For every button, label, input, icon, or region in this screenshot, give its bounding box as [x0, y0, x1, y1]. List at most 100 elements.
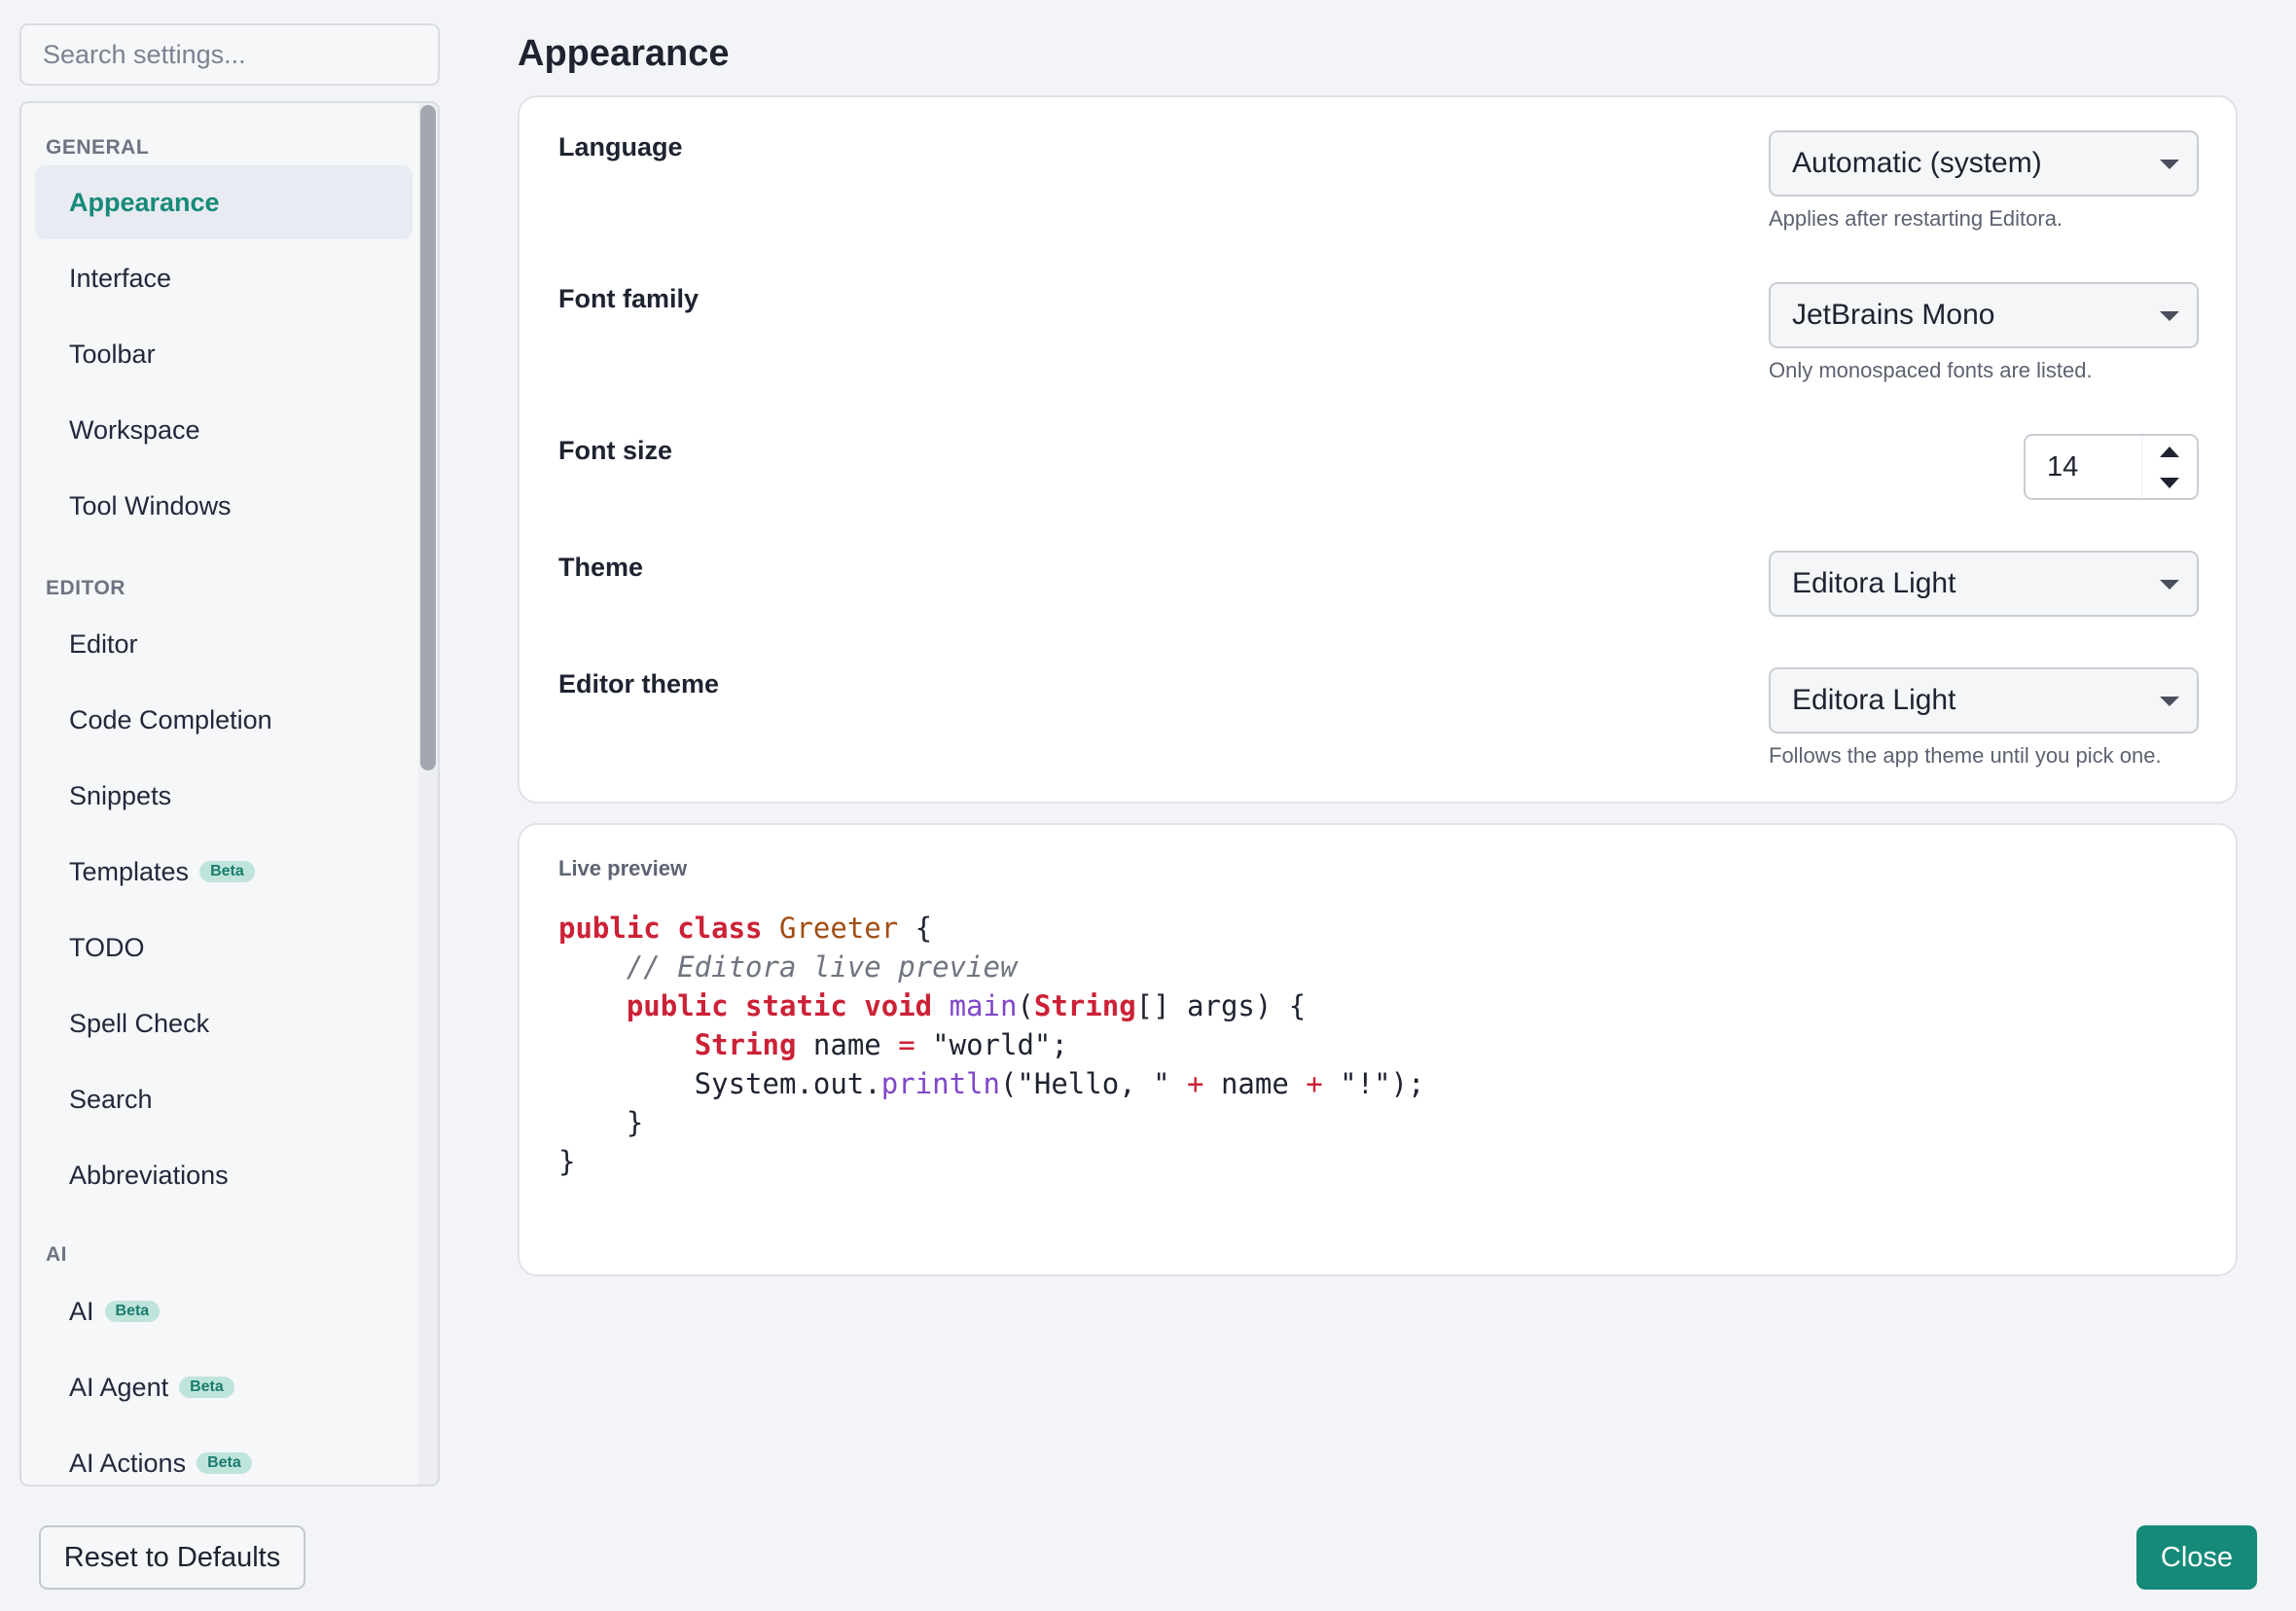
- code-operator: =: [898, 1028, 915, 1061]
- editor-theme-select[interactable]: Editora Light: [1769, 667, 2199, 734]
- nav-item-toolbar[interactable]: Toolbar: [35, 317, 413, 391]
- nav-scrollbar[interactable]: [418, 103, 438, 1485]
- code-comment: // Editora live preview: [626, 950, 1018, 984]
- chevron-down-icon: [2160, 160, 2179, 169]
- code-line: public static void main(String[] args) {: [558, 986, 1424, 1025]
- language-select[interactable]: Automatic (system): [1769, 130, 2199, 197]
- live-preview-card: Live preview public class Greeter { // E…: [518, 823, 2238, 1276]
- decrement-button[interactable]: [2142, 467, 2197, 498]
- font-family-hint: Only monospaced fonts are listed.: [1769, 358, 2093, 382]
- code-line: String name = "world";: [558, 1025, 1424, 1064]
- nav-item-abbreviations[interactable]: Abbreviations: [35, 1138, 413, 1212]
- nav-item-search[interactable]: Search: [35, 1062, 413, 1136]
- code-preview: public class Greeter { // Editora live p…: [558, 909, 1424, 1181]
- code-text: "world";: [915, 1028, 1068, 1061]
- language-hint: Applies after restarting Editora.: [1769, 206, 2063, 231]
- code-function: main: [949, 989, 1018, 1022]
- nav-item-label: Interface: [69, 263, 172, 293]
- nav-item-label: Editor: [69, 628, 138, 659]
- page-title: Appearance: [518, 33, 730, 74]
- nav-item-snippets[interactable]: Snippets: [35, 759, 413, 833]
- nav-item-editor[interactable]: Editor: [35, 607, 413, 681]
- arrow-down-icon: [2160, 477, 2179, 488]
- nav-item-label: Appearance: [69, 187, 220, 217]
- font-size-stepper[interactable]: 14: [2024, 434, 2199, 500]
- nav-item-label: Workspace: [69, 414, 200, 445]
- code-class-name: Greeter: [778, 912, 899, 945]
- code-line: public class Greeter {: [558, 909, 1424, 948]
- theme-select[interactable]: Editora Light: [1769, 551, 2199, 617]
- code-operator: +: [1187, 1067, 1204, 1100]
- font-size-label: Font size: [558, 436, 673, 465]
- theme-select-value: Editora Light: [1792, 567, 1956, 599]
- chevron-down-icon: [2160, 580, 2179, 590]
- close-button[interactable]: Close: [2136, 1525, 2257, 1590]
- nav-scrollbar-thumb[interactable]: [420, 105, 436, 770]
- nav-item-tool-windows[interactable]: Tool Windows: [35, 469, 413, 543]
- nav-item-workspace[interactable]: Workspace: [35, 393, 413, 467]
- nav-item-templates[interactable]: Templates Beta: [35, 835, 413, 909]
- nav-item-interface[interactable]: Interface: [35, 241, 413, 315]
- search-input[interactable]: [19, 23, 440, 86]
- nav-item-code-completion[interactable]: Code Completion: [35, 683, 413, 757]
- code-keyword: String: [694, 1028, 797, 1061]
- code-keyword: public static void: [626, 989, 950, 1022]
- nav-item-label: Templates: [69, 856, 190, 886]
- nav-item-ai-agent[interactable]: AI Agent Beta: [35, 1350, 413, 1424]
- code-operator: +: [1306, 1067, 1323, 1100]
- nav-item-label: Spell Check: [69, 1008, 210, 1038]
- code-text: name: [1203, 1067, 1307, 1100]
- nav-item-todo[interactable]: TODO: [35, 911, 413, 984]
- code-text: }: [558, 1145, 576, 1178]
- code-line: }: [558, 1142, 1424, 1181]
- nav-item-appearance[interactable]: Appearance: [35, 165, 413, 239]
- nav-item-label: AI: [69, 1296, 94, 1326]
- code-keyword: public class: [558, 912, 779, 945]
- increment-button[interactable]: [2142, 436, 2197, 467]
- nav-item-label: Abbreviations: [69, 1160, 229, 1190]
- beta-badge: Beta: [197, 1452, 252, 1474]
- editor-theme-select-value: Editora Light: [1792, 684, 1956, 716]
- code-text: "!");: [1322, 1067, 1425, 1100]
- settings-nav: GENERAL Appearance Interface Toolbar Wor…: [19, 101, 440, 1486]
- beta-badge: Beta: [104, 1301, 161, 1322]
- code-line: // Editora live preview: [558, 948, 1424, 986]
- editor-theme-label: Editor theme: [558, 669, 720, 698]
- nav-item-ai[interactable]: AI Beta: [35, 1274, 413, 1348]
- nav-section-general: GENERAL: [46, 136, 150, 159]
- language-label: Language: [558, 132, 683, 161]
- appearance-settings-card: Language Automatic (system) Applies afte…: [518, 95, 2238, 804]
- chevron-down-icon: [2160, 697, 2179, 706]
- nav-item-label: Snippets: [69, 780, 172, 810]
- reset-to-defaults-button[interactable]: Reset to Defaults: [39, 1525, 305, 1590]
- code-text: {: [898, 912, 933, 945]
- font-family-select-value: JetBrains Mono: [1792, 299, 1995, 331]
- code-line: System.out.println("Hello, " + name + "!…: [558, 1064, 1425, 1103]
- code-line: }: [558, 1103, 1424, 1142]
- theme-label: Theme: [558, 553, 644, 582]
- code-text: ("Hello, ": [999, 1067, 1188, 1100]
- code-text: System.out.: [558, 1067, 881, 1100]
- code-text: [] args) {: [1135, 989, 1307, 1022]
- arrow-up-icon: [2160, 446, 2179, 457]
- beta-badge: Beta: [199, 861, 255, 882]
- live-preview-label: Live preview: [558, 856, 688, 880]
- nav-item-spell-check[interactable]: Spell Check: [35, 986, 413, 1060]
- nav-section-editor: EDITOR: [46, 577, 126, 599]
- code-text: }: [558, 1106, 644, 1139]
- font-size-value[interactable]: 14: [2047, 436, 2078, 498]
- code-text: name: [796, 1028, 899, 1061]
- font-family-select[interactable]: JetBrains Mono: [1769, 282, 2199, 348]
- nav-item-label: Toolbar: [69, 339, 156, 369]
- chevron-down-icon: [2160, 311, 2179, 321]
- language-select-value: Automatic (system): [1792, 147, 2042, 179]
- nav-item-ai-actions[interactable]: AI Actions Beta: [35, 1426, 413, 1485]
- code-text: (: [1017, 989, 1034, 1022]
- editor-theme-hint: Follows the app theme until you pick one…: [1769, 743, 2162, 768]
- nav-item-label: AI Actions: [69, 1448, 187, 1478]
- beta-badge: Beta: [179, 1377, 234, 1398]
- font-family-label: Font family: [558, 284, 700, 313]
